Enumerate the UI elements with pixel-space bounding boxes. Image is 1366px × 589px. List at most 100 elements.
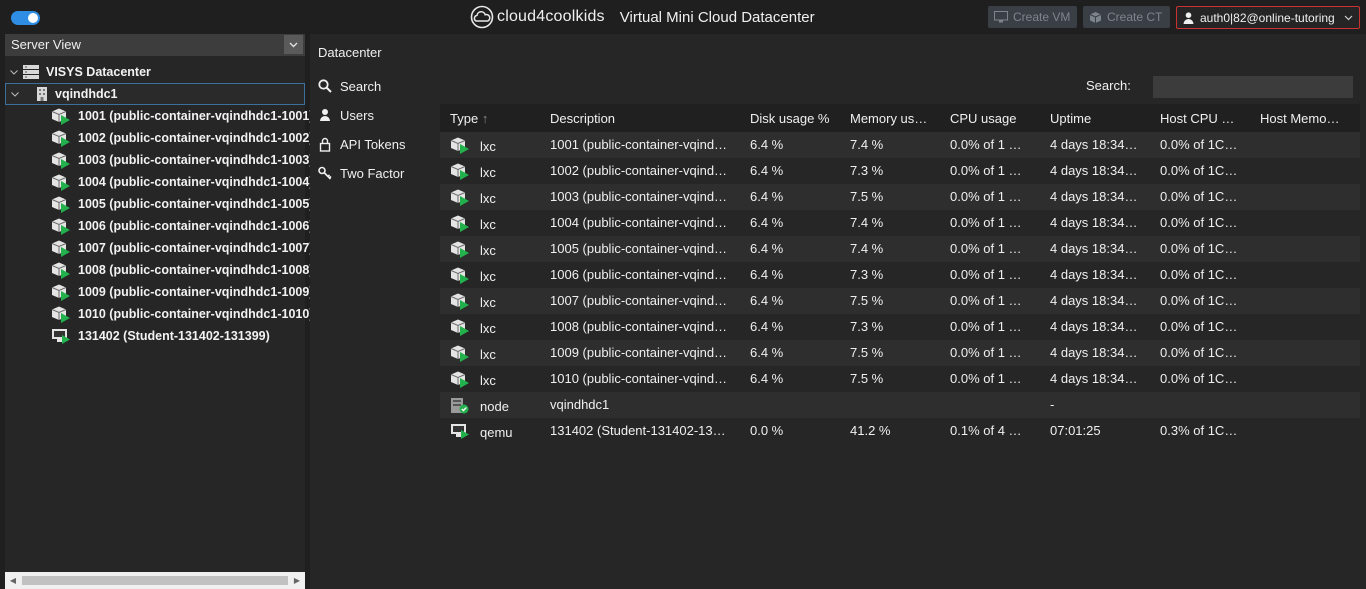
type-icon xyxy=(450,397,470,414)
tree-item-lxc[interactable]: 1001 (public-container-vqindhdc1-1001) xyxy=(5,105,351,127)
type-icon xyxy=(450,371,470,388)
vm-running-icon xyxy=(451,424,469,439)
tree-icon xyxy=(51,174,71,191)
table-row[interactable]: lxc 1003 (public-container-vqind… 6.4 % 7.5… xyxy=(440,184,1360,210)
nav-label: Search xyxy=(340,78,382,94)
tree-item-lxc[interactable]: 1002 (public-container-vqindhdc1-1002) xyxy=(5,127,351,149)
column-header-disk[interactable]: Disk usage % xyxy=(750,111,840,126)
cell-mem: 7.4 % xyxy=(850,241,884,256)
cell-hostcpu: 0.0% of 1C… xyxy=(1160,293,1238,308)
table-row[interactable]: lxc 1007 (public-container-vqind… 6.4 % 7.5… xyxy=(440,288,1360,314)
cell-mem: 7.5 % xyxy=(850,371,884,386)
monitor-icon xyxy=(994,11,1008,23)
resource-tree-panel: Server View VISYS Datacenter vqindhdc1 1… xyxy=(5,34,313,589)
create-vm-button[interactable]: Create VM xyxy=(988,6,1077,28)
cell-type: lxc xyxy=(480,295,496,310)
container-running-icon xyxy=(450,319,469,336)
column-header-description[interactable]: Description xyxy=(550,111,735,126)
user-menu-button[interactable]: auth0|82@online-tutoring xyxy=(1176,6,1360,29)
collapse-icon[interactable] xyxy=(10,89,20,99)
search-input[interactable] xyxy=(1153,76,1353,98)
column-header-host-memory[interactable]: Host Memo… xyxy=(1260,111,1350,126)
tree-item-lxc[interactable]: 1003 (public-container-vqindhdc1-1003) xyxy=(5,149,351,171)
tree-item-lxc[interactable]: 1006 (public-container-vqindhdc1-1006) xyxy=(5,215,351,237)
cell-cpu: 0.0% of 1 … xyxy=(950,319,1022,334)
column-header-host-cpu[interactable]: Host CPU … xyxy=(1160,111,1250,126)
nav-item-api-tokens[interactable]: API Tokens xyxy=(318,133,406,155)
scroll-right-icon[interactable]: ▶ xyxy=(289,572,305,589)
view-dropdown-button[interactable] xyxy=(284,35,303,54)
cell-disk: 6.4 % xyxy=(750,163,784,178)
scrollbar-thumb[interactable] xyxy=(22,576,288,585)
cell-uptime: 4 days 18:34… xyxy=(1050,267,1138,282)
tree-item-lxc[interactable]: 1010 (public-container-vqindhdc1-1010) xyxy=(5,303,351,325)
table-row[interactable]: lxc 1008 (public-container-vqind… 6.4 % 7.3… xyxy=(440,314,1360,340)
create-ct-button[interactable]: Create CT xyxy=(1083,6,1170,28)
type-icon xyxy=(450,163,470,180)
cell-type: lxc xyxy=(480,347,496,362)
cell-desc: 1010 (public-container-vqind… xyxy=(550,371,728,386)
table-row[interactable]: qemu 131402 (Student-131402-13… 0.0 % 41.2 … xyxy=(440,418,1360,444)
nav-item-search[interactable]: Search xyxy=(318,75,381,97)
tree-item-qemu[interactable]: 131402 (Student-131402-131399) xyxy=(5,325,351,347)
table-row[interactable]: lxc 1001 (public-container-vqind… 6.4 % 7.4… xyxy=(440,132,1360,158)
table-row[interactable]: node vqindhdc1 - xyxy=(440,392,1360,418)
cell-mem: 7.3 % xyxy=(850,163,884,178)
cell-uptime: 4 days 18:34… xyxy=(1050,137,1138,152)
tree-item-lxc[interactable]: 1009 (public-container-vqindhdc1-1009) xyxy=(5,281,351,303)
table-row[interactable]: lxc 1009 (public-container-vqind… 6.4 % 7.5… xyxy=(440,340,1360,366)
table-row[interactable]: lxc 1004 (public-container-vqind… 6.4 % 7.4… xyxy=(440,210,1360,236)
tree-item-lxc[interactable]: 1004 (public-container-vqindhdc1-1004) xyxy=(5,171,351,193)
scroll-left-icon[interactable]: ◀ xyxy=(5,572,21,589)
tree-item-label: 1008 (public-container-vqindhdc1-1008) xyxy=(78,263,314,277)
nav-label: API Tokens xyxy=(340,136,406,152)
table-row[interactable]: lxc 1010 (public-container-vqind… 6.4 % 7.5… xyxy=(440,366,1360,392)
cell-hostcpu: 0.0% of 1C… xyxy=(1160,241,1238,256)
cell-type: qemu xyxy=(480,425,513,440)
container-running-icon xyxy=(51,152,70,169)
cell-desc: 131402 (Student-131402-13… xyxy=(550,423,726,438)
search-icon xyxy=(318,79,332,93)
type-icon xyxy=(450,345,470,362)
tree-item-lxc[interactable]: 1005 (public-container-vqindhdc1-1005) xyxy=(5,193,351,215)
container-running-icon xyxy=(51,284,70,301)
type-icon xyxy=(450,267,470,284)
cell-disk: 6.4 % xyxy=(750,267,784,282)
collapse-icon[interactable] xyxy=(9,67,19,77)
cell-desc: 1008 (public-container-vqind… xyxy=(550,319,728,334)
cell-uptime: 4 days 18:34… xyxy=(1050,163,1138,178)
cell-uptime: 4 days 18:34… xyxy=(1050,319,1138,334)
tree-item-datacenter[interactable]: VISYS Datacenter xyxy=(5,61,309,83)
table-row[interactable]: lxc 1002 (public-container-vqind… 6.4 % 7.3… xyxy=(440,158,1360,184)
create-ct-label: Create CT xyxy=(1107,10,1163,24)
table-row[interactable]: lxc 1006 (public-container-vqind… 6.4 % 7.3… xyxy=(440,262,1360,288)
cell-desc: 1001 (public-container-vqind… xyxy=(550,137,728,152)
nav-item-two-factor[interactable]: Two Factor xyxy=(318,162,404,184)
cell-desc: 1009 (public-container-vqind… xyxy=(550,345,728,360)
top-bar: cloud4coolkids Virtual Mini Cloud Datace… xyxy=(0,0,1366,34)
tree-item-node[interactable]: vqindhdc1 xyxy=(5,83,305,105)
grid-header: Type ↑ Description Disk usage % Memory u… xyxy=(440,104,1360,132)
table-row[interactable]: lxc 1005 (public-container-vqind… 6.4 % 7.4… xyxy=(440,236,1360,262)
theme-toggle[interactable] xyxy=(11,11,40,25)
cell-mem: 7.3 % xyxy=(850,267,884,282)
cell-mem: 7.4 % xyxy=(850,215,884,230)
column-header-uptime[interactable]: Uptime xyxy=(1050,111,1150,126)
tree-item-label: 131402 (Student-131402-131399) xyxy=(78,329,270,343)
column-header-memory[interactable]: Memory us… xyxy=(850,111,940,126)
column-header-type[interactable]: Type ↑ xyxy=(450,111,540,126)
cube-icon xyxy=(1089,11,1102,23)
tree-item-lxc[interactable]: 1008 (public-container-vqindhdc1-1008) xyxy=(5,259,351,281)
cell-disk: 6.4 % xyxy=(750,345,784,360)
nav-item-users[interactable]: Users xyxy=(318,104,374,126)
tree-item-lxc[interactable]: 1007 (public-container-vqindhdc1-1007) xyxy=(5,237,351,259)
container-running-icon xyxy=(450,241,469,258)
container-running-icon xyxy=(51,196,70,213)
tree-icon xyxy=(51,196,71,213)
cell-disk: 0.0 % xyxy=(750,423,784,438)
tree-icon xyxy=(51,152,71,169)
horizontal-scrollbar[interactable]: ◀ ▶ xyxy=(5,572,305,589)
view-selector[interactable]: Server View xyxy=(5,34,305,56)
column-header-cpu[interactable]: CPU usage xyxy=(950,111,1040,126)
resource-grid: Type ↑ Description Disk usage % Memory u… xyxy=(440,104,1360,444)
